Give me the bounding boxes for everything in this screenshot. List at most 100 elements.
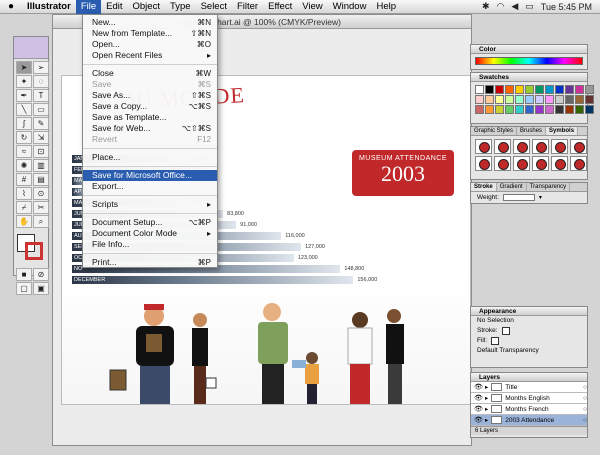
clock[interactable]: Tue 5:45 PM (541, 2, 592, 12)
standard-screen-mode-icon[interactable]: ▢ (16, 282, 32, 295)
symbol-sprayer-tool-icon[interactable]: ✺ (16, 159, 32, 172)
color-swatch[interactable] (555, 105, 564, 114)
mesh-tool-icon[interactable]: # (16, 173, 32, 186)
color-swatch[interactable] (515, 85, 524, 94)
file-menu-item-save-as-template[interactable]: Save as Template... (83, 112, 217, 123)
stroke-weight-field[interactable] (502, 194, 535, 201)
color-swatch[interactable] (505, 85, 514, 94)
stroke-swatch[interactable] (25, 242, 43, 260)
free-transform-tool-icon[interactable]: ⊡ (33, 145, 49, 158)
zoom-tool-icon[interactable]: ⌕ (33, 215, 49, 228)
file-menu-item-open-recent-files[interactable]: Open Recent Files ▸ (83, 50, 217, 61)
layer-row[interactable]: 👁 ▸ Months English ○ (471, 393, 587, 404)
pen-tool-icon[interactable]: ✒ (16, 89, 32, 102)
file-menu-item-print[interactable]: Print... ⌘P (83, 257, 217, 268)
symbol-item[interactable] (494, 156, 511, 171)
color-swatch[interactable] (575, 95, 584, 104)
menu-object[interactable]: Object (128, 0, 165, 14)
color-swatch[interactable] (555, 95, 564, 104)
expand-triangle-icon[interactable]: ▸ (485, 415, 488, 426)
wifi-icon[interactable]: ◠ (497, 1, 505, 12)
color-swatch[interactable] (565, 95, 574, 104)
color-swatch[interactable] (545, 95, 554, 104)
appearance-palette-title[interactable]: Appearance (471, 307, 587, 316)
symbol-item[interactable] (513, 139, 530, 154)
color-swatch[interactable] (475, 85, 484, 94)
layer-row[interactable]: 👁 ▸ Months French ○ (471, 404, 587, 415)
type-tool-icon[interactable]: T (33, 89, 49, 102)
symbol-item[interactable] (532, 156, 549, 171)
apple-logo-icon[interactable]: ● (0, 1, 22, 12)
visibility-eye-icon[interactable]: 👁 (474, 404, 483, 415)
symbol-item[interactable] (532, 139, 549, 154)
battery-icon[interactable]: ▭ (525, 1, 534, 12)
appearance-row[interactable]: Default Transparency (471, 346, 587, 356)
rectangle-tool-icon[interactable]: ▭ (33, 103, 49, 116)
color-swatch[interactable] (475, 95, 484, 104)
menu-view[interactable]: View (297, 0, 327, 14)
menu-filter[interactable]: Filter (232, 0, 263, 14)
direct-selection-tool-icon[interactable]: ➢ (33, 61, 49, 74)
color-swatch[interactable] (525, 95, 534, 104)
symbol-item[interactable] (513, 156, 530, 171)
eyedropper-tool-icon[interactable]: ⌇ (16, 187, 32, 200)
rotate-tool-icon[interactable]: ↻ (16, 131, 32, 144)
hand-tool-icon[interactable]: ✋ (16, 215, 32, 228)
magic-wand-tool-icon[interactable]: ✦ (16, 75, 32, 88)
visibility-eye-icon[interactable]: 👁 (474, 382, 483, 393)
target-circle-icon[interactable]: ○ (583, 404, 587, 415)
symbol-item[interactable] (551, 139, 568, 154)
symbol-item[interactable] (570, 139, 587, 154)
tab-brushes[interactable]: Brushes (517, 127, 547, 135)
file-menu-item-place[interactable]: Place... (83, 152, 217, 163)
color-swatch[interactable] (515, 95, 524, 104)
slice-tool-icon[interactable]: ⌿ (16, 201, 32, 214)
color-mode-icon[interactable]: ■ (16, 268, 32, 281)
pencil-tool-icon[interactable]: ✎ (33, 117, 49, 130)
color-swatch[interactable] (545, 105, 554, 114)
appearance-row[interactable]: No Selection (471, 316, 587, 326)
warp-tool-icon[interactable]: ≈ (16, 145, 32, 158)
color-swatch[interactable] (575, 85, 584, 94)
file-menu-item-new[interactable]: New... ⌘N (83, 17, 217, 28)
color-swatch[interactable] (555, 85, 564, 94)
color-swatch[interactable] (585, 95, 594, 104)
color-swatch[interactable] (505, 105, 514, 114)
menu-effect[interactable]: Effect (263, 0, 297, 14)
scale-tool-icon[interactable]: ⇲ (33, 131, 49, 144)
menu-select[interactable]: Select (196, 0, 232, 14)
menu-help[interactable]: Help (371, 0, 401, 14)
layer-row[interactable]: 👁 ▸ Title ○ (471, 382, 587, 393)
none-mode-icon[interactable]: ⊘ (33, 268, 49, 281)
color-swatch[interactable] (565, 85, 574, 94)
color-swatch[interactable] (505, 95, 514, 104)
file-menu-item-open[interactable]: Open... ⌘O (83, 39, 217, 50)
color-swatch[interactable] (545, 85, 554, 94)
color-swatch[interactable] (515, 105, 524, 114)
color-swatch[interactable] (525, 105, 534, 114)
selection-tool-icon[interactable]: ➤ (16, 61, 32, 74)
volume-icon[interactable]: ◀ (511, 1, 518, 12)
bluetooth-icon[interactable]: ✱ (482, 1, 490, 12)
menu-illustrator[interactable]: Illustrator (22, 0, 76, 14)
expand-triangle-icon[interactable]: ▸ (485, 404, 488, 415)
symbol-item[interactable] (570, 156, 587, 171)
color-swatch[interactable] (485, 85, 494, 94)
file-menu-item-save-as[interactable]: Save As... ⇧⌘S (83, 90, 217, 101)
color-swatch[interactable] (495, 95, 504, 104)
menu-edit[interactable]: Edit (101, 0, 127, 14)
symbol-item[interactable] (494, 139, 511, 154)
file-menu-item-scripts[interactable]: Scripts ▸ (83, 199, 217, 210)
full-screen-mode-icon[interactable]: ▣ (33, 282, 49, 295)
file-menu-item-save-a-copy[interactable]: Save a Copy... ⌥⌘S (83, 101, 217, 112)
symbol-item[interactable] (475, 139, 492, 154)
symbol-item[interactable] (475, 156, 492, 171)
file-menu-item-save-for-microsoft-office[interactable]: Save for Microsoft Office... (83, 170, 217, 181)
color-swatch[interactable] (485, 105, 494, 114)
file-menu-item-document-setup[interactable]: Document Setup... ⌥⌘P (83, 217, 217, 228)
color-swatch[interactable] (535, 105, 544, 114)
blend-tool-icon[interactable]: ⊙ (33, 187, 49, 200)
color-swatch[interactable] (525, 85, 534, 94)
paintbrush-tool-icon[interactable]: ∫ (16, 117, 32, 130)
stroke-weight-dropdown-icon[interactable]: ▾ (539, 194, 542, 201)
